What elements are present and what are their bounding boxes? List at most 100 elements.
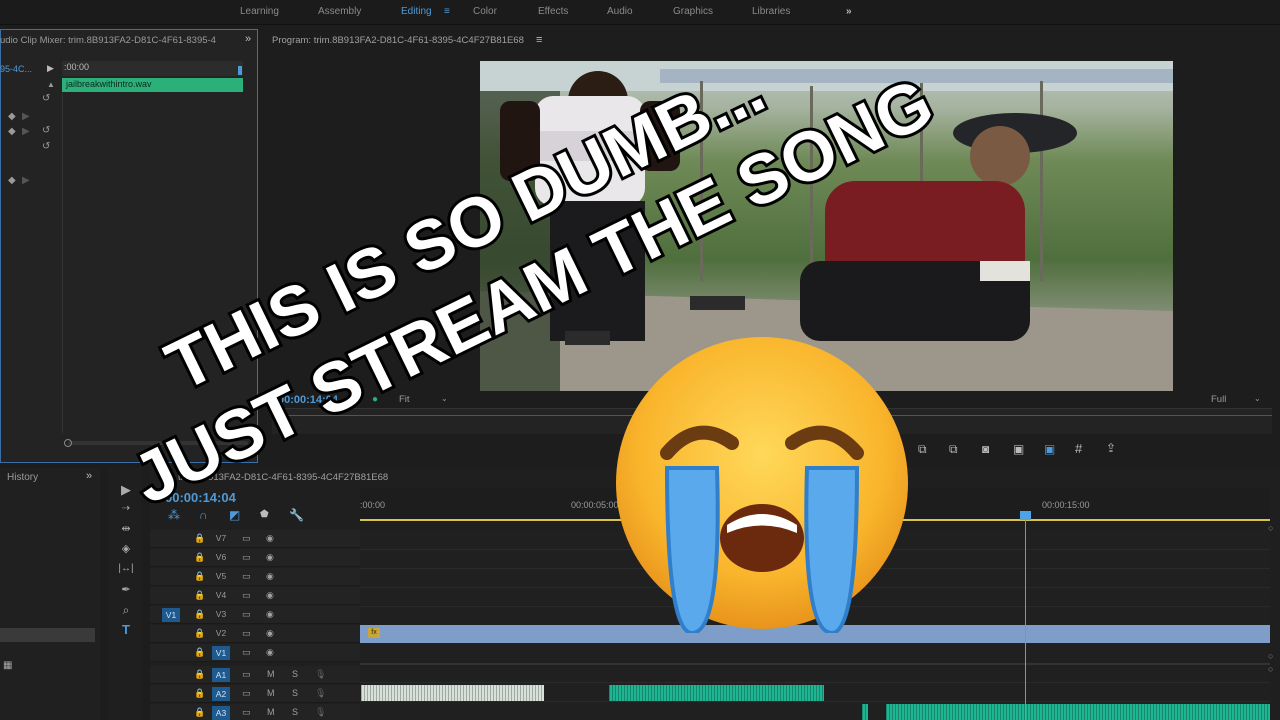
lock-icon[interactable]: 🔒 bbox=[194, 571, 205, 582]
lock-icon[interactable]: 🔒 bbox=[194, 533, 205, 544]
scroll-handle[interactable]: ○ bbox=[1268, 664, 1273, 674]
eye-icon[interactable]: ◉ bbox=[266, 533, 274, 544]
bin-icon[interactable]: ▦ bbox=[3, 660, 12, 671]
razor-tool-icon[interactable]: ◈ bbox=[116, 540, 136, 558]
tab-libraries[interactable]: Libraries bbox=[752, 6, 790, 17]
lock-icon[interactable]: 🔒 bbox=[194, 609, 205, 620]
keyframe-icon[interactable]: ◆ bbox=[8, 126, 16, 137]
eye-icon[interactable]: ◉ bbox=[266, 552, 274, 563]
snap-icon[interactable]: ∩ bbox=[199, 508, 208, 522]
camera-icon[interactable]: ◙ bbox=[982, 442, 989, 456]
lock-icon[interactable]: 🔒 bbox=[194, 707, 205, 718]
chevron-down-icon[interactable]: ⌄ bbox=[441, 394, 448, 403]
lock-icon[interactable]: 🔒 bbox=[194, 669, 205, 680]
solo-button[interactable]: S bbox=[292, 707, 298, 717]
play-icon[interactable]: ▶ bbox=[47, 63, 54, 74]
linked-selection-icon[interactable]: ◩ bbox=[229, 508, 240, 522]
source-patch-v1[interactable]: V1 bbox=[162, 608, 180, 622]
timeline-timecode[interactable]: 00:00:14:04 bbox=[165, 490, 236, 505]
track-name[interactable]: V3 bbox=[212, 609, 230, 619]
mute-button[interactable]: M bbox=[267, 688, 275, 698]
eye-icon[interactable]: ◉ bbox=[266, 628, 274, 639]
tab-assembly[interactable]: Assembly bbox=[318, 6, 361, 17]
microphone-icon[interactable]: 🎙 bbox=[315, 669, 326, 680]
audio-clip-a3[interactable] bbox=[886, 704, 1270, 720]
track-select-tool-icon[interactable]: ⇢ bbox=[116, 500, 136, 518]
mute-button[interactable]: M bbox=[267, 707, 275, 717]
sync-lock-icon[interactable]: ▭ bbox=[242, 552, 251, 563]
eye-icon[interactable]: ◉ bbox=[266, 609, 274, 620]
add-marker-icon[interactable]: ⬟ bbox=[260, 509, 269, 520]
chevron-down-icon[interactable]: ⌄ bbox=[1254, 394, 1261, 403]
playhead-handle[interactable] bbox=[1020, 511, 1031, 520]
sync-lock-icon[interactable]: ▭ bbox=[242, 609, 251, 620]
next-keyframe-icon[interactable]: ▶ bbox=[22, 111, 30, 122]
zoom-fit-select[interactable]: Fit bbox=[399, 394, 410, 405]
audio-clip-a2-selected[interactable] bbox=[361, 685, 544, 701]
lock-icon[interactable]: 🔒 bbox=[194, 590, 205, 601]
sync-lock-icon[interactable]: ▭ bbox=[242, 647, 251, 658]
panel-more-icon[interactable]: » bbox=[86, 470, 92, 482]
source-scrollbar[interactable] bbox=[68, 441, 248, 445]
lock-icon[interactable]: 🔒 bbox=[194, 688, 205, 699]
overwrite-icon[interactable]: ⧉ bbox=[949, 442, 958, 457]
undo-icon[interactable]: ↺ bbox=[42, 141, 50, 152]
history-title[interactable]: History bbox=[7, 472, 38, 483]
pen-tool-icon[interactable]: ✒ bbox=[116, 581, 136, 599]
workspace-menu-icon[interactable]: ≡ bbox=[444, 6, 450, 17]
sync-lock-icon[interactable]: ▭ bbox=[242, 590, 251, 601]
source-playhead[interactable] bbox=[238, 66, 242, 75]
track-name[interactable]: V4 bbox=[212, 590, 230, 600]
slip-tool-icon[interactable]: |↔| bbox=[116, 560, 136, 578]
microphone-icon[interactable]: 🎙 bbox=[315, 688, 326, 699]
scroll-handle[interactable]: ○ bbox=[1268, 651, 1273, 661]
selection-tool-icon[interactable]: ▶ bbox=[116, 481, 136, 499]
solo-button[interactable]: S bbox=[292, 669, 298, 679]
sequence-tab-title[interactable]: trim.8B913FA2-D81C-4F61-8395-4C4F27B81E6… bbox=[178, 472, 388, 483]
sync-lock-icon[interactable]: ▭ bbox=[242, 688, 251, 699]
collapse-icon[interactable]: ▲ bbox=[47, 80, 55, 89]
track-name[interactable]: V1 bbox=[212, 646, 230, 660]
export-frame-icon[interactable]: ⇪ bbox=[1106, 441, 1116, 455]
timeline-settings-icon[interactable]: 🔧 bbox=[289, 508, 304, 522]
sync-lock-icon[interactable]: ▭ bbox=[242, 571, 251, 582]
more-workspaces-icon[interactable]: » bbox=[846, 6, 852, 17]
track-name[interactable]: A3 bbox=[212, 706, 230, 720]
audio-clip-a2[interactable] bbox=[609, 685, 824, 701]
lock-icon[interactable]: 🔒 bbox=[194, 552, 205, 563]
safe-margins-icon[interactable]: # bbox=[1075, 441, 1082, 456]
eye-icon[interactable]: ◉ bbox=[266, 571, 274, 582]
undo-icon[interactable]: ↺ bbox=[42, 93, 50, 104]
track-name[interactable]: V7 bbox=[212, 533, 230, 543]
scroll-handle[interactable]: ○ bbox=[1268, 523, 1273, 533]
history-selected-row[interactable] bbox=[0, 628, 95, 642]
solo-button[interactable]: S bbox=[292, 688, 298, 698]
track-name[interactable]: A2 bbox=[212, 687, 230, 701]
zoom-handle[interactable] bbox=[64, 439, 72, 447]
eye-icon[interactable]: ◉ bbox=[266, 590, 274, 601]
keyframe-icon[interactable]: ◆ bbox=[8, 111, 16, 122]
microphone-icon[interactable]: 🎙 bbox=[315, 707, 326, 718]
mute-button[interactable]: M bbox=[267, 669, 275, 679]
program-menu-icon[interactable]: ≡ bbox=[536, 34, 542, 46]
track-name[interactable]: V6 bbox=[212, 552, 230, 562]
insert-icon[interactable]: ⧉ bbox=[918, 442, 927, 457]
tab-learning[interactable]: Learning bbox=[240, 6, 279, 17]
eye-icon[interactable]: ◉ bbox=[266, 647, 274, 658]
track-name[interactable]: V5 bbox=[212, 571, 230, 581]
track-name[interactable]: A1 bbox=[212, 668, 230, 682]
undo-icon[interactable]: ↺ bbox=[42, 125, 50, 136]
comparison-view-icon[interactable]: ▣ bbox=[1013, 442, 1024, 456]
tab-graphics[interactable]: Graphics bbox=[673, 6, 713, 17]
timeline-playhead[interactable] bbox=[1025, 515, 1026, 720]
panel-more-icon[interactable]: » bbox=[245, 33, 251, 45]
tab-audio[interactable]: Audio bbox=[607, 6, 633, 17]
playback-quality-select[interactable]: Full bbox=[1211, 394, 1226, 405]
program-timecode[interactable]: 00:00:14:04 bbox=[278, 394, 338, 406]
next-keyframe-icon[interactable]: ▶ bbox=[22, 175, 30, 186]
zoom-tool-icon[interactable]: ⌕ bbox=[116, 601, 136, 619]
nest-toggle-icon[interactable]: ⁂ bbox=[168, 508, 180, 522]
lock-icon[interactable]: 🔒 bbox=[194, 628, 205, 639]
ripple-edit-tool-icon[interactable]: ⇹ bbox=[116, 520, 136, 538]
next-keyframe-icon[interactable]: ▶ bbox=[22, 126, 30, 137]
